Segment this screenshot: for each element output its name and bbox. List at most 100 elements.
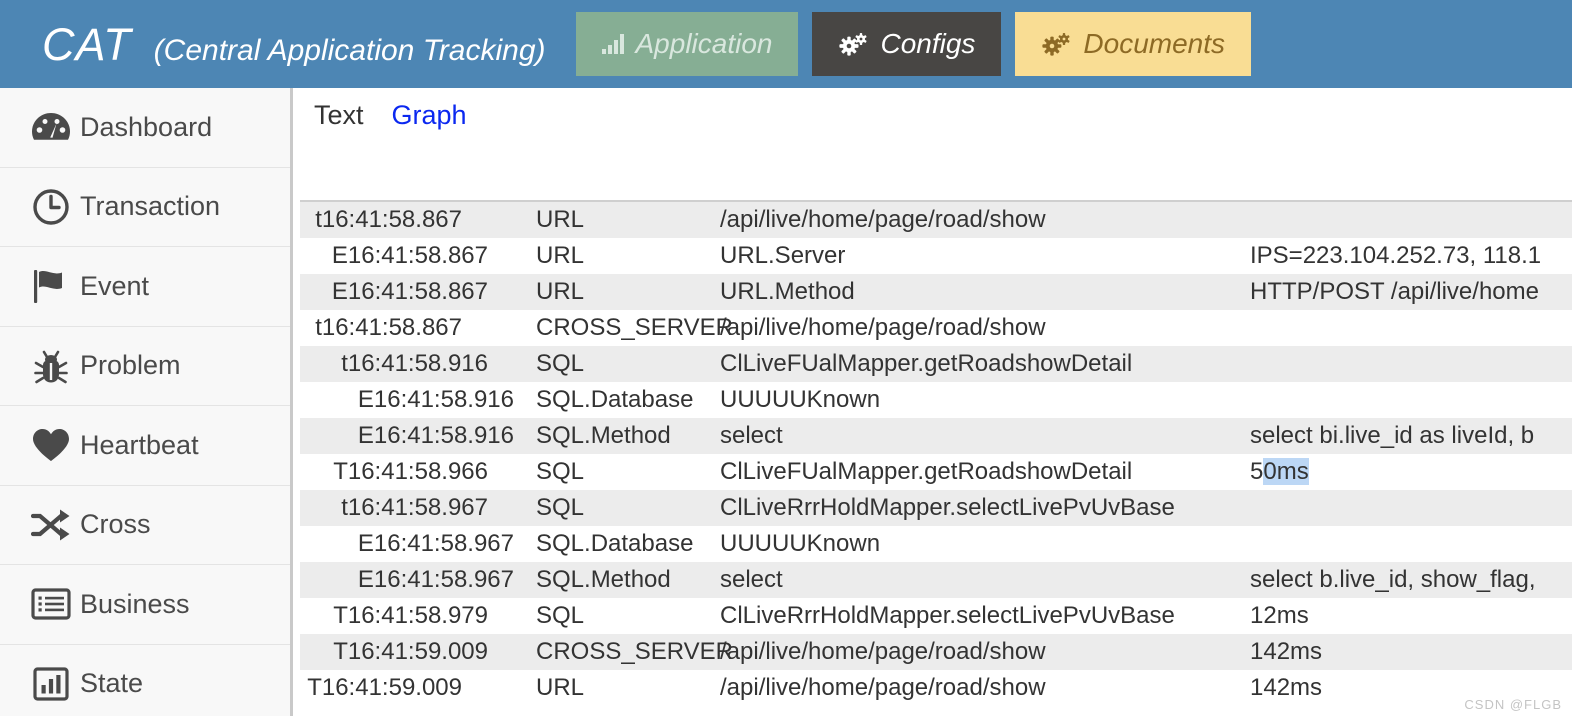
row-type: URL	[536, 278, 585, 305]
row-timestamp: E16:41:58.916	[357, 422, 514, 449]
row-value: 12ms	[1250, 602, 1309, 629]
row-value: IPS=223.104.252.73, 118.1	[1250, 242, 1542, 269]
row-name: URL.Server	[720, 242, 846, 269]
row-type: URL	[536, 206, 585, 233]
row-type: SQL.Database	[536, 530, 694, 557]
row-type: SQL.Method	[536, 566, 671, 593]
row-name: URL.Method	[720, 278, 855, 305]
sidebar-item-cross-label: Cross	[80, 509, 151, 540]
row-value: select bi.live_id as liveId, b	[1250, 422, 1535, 449]
main-content: Text Graph t16:41:58.867 URL/api/live/hom…	[296, 88, 1572, 716]
row-type: CROSS_SERVER	[536, 638, 733, 665]
row-value: 50ms	[1250, 458, 1572, 486]
sidebar-item-cross[interactable]: Cross	[0, 486, 290, 565]
dashboard-gauge-icon	[22, 110, 80, 144]
gears-icon	[838, 32, 868, 56]
row-value-unselected-prefix: 5	[1250, 458, 1264, 485]
row-timestamp: t16:41:58.967	[341, 494, 488, 521]
row-type: CROSS_SERVER	[536, 314, 733, 341]
flag-icon	[22, 267, 80, 305]
row-name: select	[720, 422, 783, 449]
row-name: ClLiveFUalMapper.getRoadshowDetail	[720, 350, 1133, 377]
row-timestamp: T16:41:59.009	[333, 638, 488, 665]
shuffle-icon	[22, 508, 80, 542]
nav-button-documents-label: Documents	[1083, 28, 1226, 59]
nav-button-configs[interactable]: Configs	[812, 12, 1002, 76]
brand-abbreviation: CAT	[42, 18, 132, 70]
row-name: UUUUUKnown	[720, 530, 881, 557]
row-value: HTTP/POST /api/live/home	[1250, 278, 1539, 305]
row-type: SQL.Database	[536, 386, 694, 413]
row-type: SQL	[536, 494, 585, 521]
row-type: URL	[536, 674, 585, 701]
table-row[interactable]: T16:41:59.009 URL/api/live/home/page/road…	[300, 670, 1572, 706]
table-row[interactable]: E16:41:58.867 URL URL.Server IPS=223.104.25…	[300, 238, 1572, 274]
row-name: UUUUUKnown	[720, 386, 881, 413]
heart-icon	[22, 427, 80, 463]
table-row[interactable]: t16:41:58.867 URL/api/live/home/page/road…	[300, 202, 1572, 238]
list-icon	[22, 588, 80, 620]
trace-message-table: t16:41:58.867 URL/api/live/home/page/road…	[300, 200, 1572, 706]
sidebar-item-state[interactable]: State	[0, 645, 290, 716]
table-row[interactable]: T16:41:58.966 SQL ClLiveFUalMapper.getRoad…	[300, 454, 1572, 490]
table-row[interactable]: T16:41:59.009 CROSS_SERVER/api/live/home/…	[300, 634, 1572, 670]
row-name: /api/live/home/page/road/show	[720, 206, 1046, 233]
row-timestamp: T16:41:58.966	[333, 458, 488, 485]
sidebar-item-problem-label: Problem	[80, 350, 181, 381]
app-header: CAT (Central Application Tracking) Appli…	[0, 0, 1572, 88]
row-name: /api/live/home/page/road/show	[720, 314, 1046, 341]
row-timestamp: t16:41:58.916	[341, 350, 488, 377]
sidebar-item-transaction[interactable]: Transaction	[0, 168, 290, 247]
sidebar-item-state-label: State	[80, 668, 144, 699]
sidebar-item-transaction-label: Transaction	[80, 191, 221, 222]
table-row[interactable]: t16:41:58.867 CROSS_SERVER/api/live/home/…	[300, 310, 1572, 346]
bug-icon	[22, 347, 80, 385]
row-name: /api/live/home/page/road/show	[720, 638, 1046, 665]
table-row[interactable]: T16:41:58.979 SQL ClLiveRrrHoldMapper.sele…	[300, 598, 1572, 634]
row-timestamp: E16:41:58.867	[331, 278, 488, 305]
row-timestamp: E16:41:58.967	[357, 530, 514, 557]
row-type: URL	[536, 242, 585, 269]
row-name: select	[720, 566, 783, 593]
row-timestamp: t16:41:58.867	[315, 314, 462, 341]
table-row[interactable]: E16:41:58.916 SQL.Method select select bi.l…	[300, 418, 1572, 454]
row-name: /api/live/home/page/road/show	[720, 674, 1046, 701]
table-row[interactable]: E16:41:58.867 URL URL.Method HTTP/POST /api…	[300, 274, 1572, 310]
bar-chart-icon	[22, 667, 80, 701]
sidebar-item-heartbeat-label: Heartbeat	[80, 429, 199, 460]
row-value: 142ms	[1250, 638, 1323, 665]
sidebar-item-event[interactable]: Event	[0, 247, 290, 327]
nav-button-application[interactable]: Application	[575, 12, 799, 76]
sidebar: Dashboard Transaction Event Problem Hear…	[0, 88, 293, 716]
table-row[interactable]: E16:41:58.967 SQL.Database UUUUUKnown	[300, 526, 1572, 562]
row-timestamp: E16:41:58.867	[331, 242, 488, 269]
table-row[interactable]: E16:41:58.916 SQL.Database UUUUUKnown	[300, 382, 1572, 418]
row-timestamp: T16:41:58.979	[333, 602, 488, 629]
table-row[interactable]: t16:41:58.916 SQL ClLiveFUalMapper.getRoad…	[300, 346, 1572, 382]
clock-icon	[22, 188, 80, 226]
sidebar-item-business[interactable]: Business	[0, 565, 290, 645]
row-type: SQL.Method	[536, 422, 671, 449]
row-name: ClLiveRrrHoldMapper.selectLivePvUvBase	[720, 494, 1175, 521]
tab-graph[interactable]: Graph	[392, 100, 467, 131]
table-row[interactable]: t16:41:58.967 SQL ClLiveRrrHoldMapper.sele…	[300, 490, 1572, 526]
top-navigation: Application Configs Documents	[575, 12, 1252, 76]
sidebar-item-dashboard-label: Dashboard	[80, 111, 213, 142]
watermark: CSDN @FLGB	[1464, 697, 1562, 712]
nav-button-configs-label: Configs	[880, 28, 976, 59]
sidebar-item-problem[interactable]: Problem	[0, 327, 290, 406]
bar-chart-icon	[601, 34, 624, 54]
row-timestamp: E16:41:58.967	[357, 566, 514, 593]
nav-button-application-label: Application	[635, 28, 773, 59]
row-value: select b.live_id, show_flag,	[1250, 566, 1536, 593]
sidebar-item-heartbeat[interactable]: Heartbeat	[0, 406, 290, 486]
tab-text[interactable]: Text	[314, 100, 364, 131]
view-mode-tabs: Text Graph	[296, 88, 1572, 188]
row-timestamp: E16:41:58.916	[357, 386, 514, 413]
nav-button-documents[interactable]: Documents	[1015, 12, 1252, 76]
cat-application-window: CAT (Central Application Tracking) Appli…	[0, 0, 1572, 716]
row-type: SQL	[536, 602, 585, 629]
table-row[interactable]: E16:41:58.967 SQL.Method select select b.li…	[300, 562, 1572, 598]
sidebar-item-dashboard[interactable]: Dashboard	[0, 88, 290, 168]
sidebar-item-event-label: Event	[80, 270, 150, 301]
